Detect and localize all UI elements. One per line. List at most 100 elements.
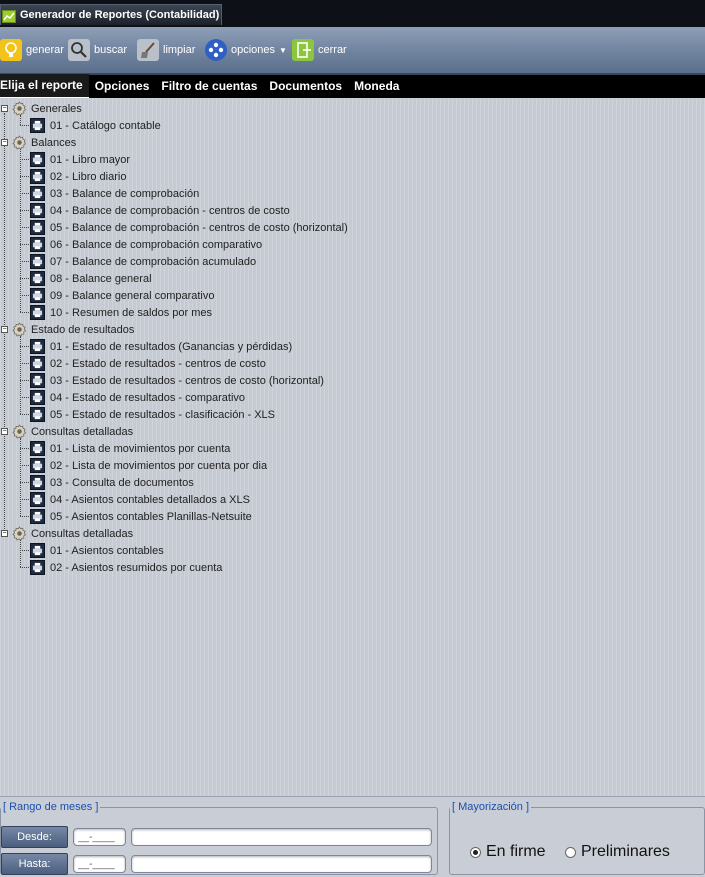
- tree-collapse-toggle[interactable]: −: [1, 428, 8, 435]
- report-item-label: 01 - Lista de movimientos por cuenta: [50, 442, 231, 455]
- report-item[interactable]: 02 - Libro diario: [30, 168, 126, 185]
- report-item[interactable]: 01 - Libro mayor: [30, 151, 130, 168]
- report-item[interactable]: 05 - Asientos contables Planillas-Netsui…: [30, 508, 252, 525]
- tree-branch-line: [20, 193, 29, 194]
- report-item[interactable]: 05 - Estado de resultados - clasificació…: [30, 406, 275, 423]
- report-item[interactable]: 03 - Consulta de documentos: [30, 474, 194, 491]
- report-item[interactable]: 08 - Balance general: [30, 270, 152, 287]
- mayorizacion-group: [ Mayorización ] En firme Preliminares: [449, 801, 705, 875]
- radio-preliminares[interactable]: Preliminares: [565, 843, 670, 861]
- report-item[interactable]: 10 - Resumen de saldos por mes: [30, 304, 212, 321]
- window-title-bar: Generador de Reportes (Contabilidad): [0, 0, 705, 27]
- generar-button[interactable]: generar: [0, 37, 64, 63]
- report-item-label: 05 - Asientos contables Planillas-Netsui…: [50, 510, 252, 523]
- tab-moneda[interactable]: Moneda: [348, 75, 405, 98]
- tab-bar: Elija el reporte Opciones Filtro de cuen…: [0, 74, 705, 99]
- printer-icon: [30, 220, 45, 235]
- desde-month-input[interactable]: [73, 828, 126, 846]
- limpiar-button[interactable]: limpiar: [137, 37, 195, 63]
- printer-icon: [30, 118, 45, 133]
- radio-en-firme-dot[interactable]: [470, 846, 481, 858]
- printer-icon: [30, 458, 45, 473]
- gear-icon: [12, 135, 27, 150]
- printer-icon: [30, 509, 45, 524]
- report-item-label: 03 - Balance de comprobación: [50, 187, 200, 200]
- bottom-panel: [ Rango de meses ] Desde: Hasta: [ Mayor…: [0, 796, 705, 877]
- tree-branch-line: [20, 125, 29, 126]
- hasta-description-input[interactable]: [131, 855, 432, 873]
- report-item[interactable]: 05 - Balance de comprobación - centros d…: [30, 219, 348, 236]
- report-item-label: 04 - Balance de comprobación - centros d…: [50, 204, 290, 217]
- report-item[interactable]: 04 - Asientos contables detallados a XLS: [30, 491, 250, 508]
- printer-icon: [30, 203, 45, 218]
- report-item-label: 02 - Estado de resultados - centros de c…: [50, 357, 266, 370]
- printer-icon: [30, 543, 45, 558]
- opciones-button[interactable]: opciones ▼: [205, 37, 287, 63]
- printer-icon: [30, 288, 45, 303]
- printer-icon: [30, 169, 45, 184]
- report-item-label: 03 - Consulta de documentos: [50, 476, 194, 489]
- tab-elija-el-reporte[interactable]: Elija el reporte: [0, 74, 89, 99]
- chart-app-icon: [2, 10, 16, 23]
- report-item[interactable]: 06 - Balance de comprobación comparativo: [30, 236, 262, 253]
- report-item[interactable]: 02 - Asientos resumidos por cuenta: [30, 559, 222, 576]
- report-item-label: 05 - Balance de comprobación - centros d…: [50, 221, 348, 234]
- report-item[interactable]: 09 - Balance general comparativo: [30, 287, 214, 304]
- report-item[interactable]: 01 - Estado de resultados (Ganancias y p…: [30, 338, 292, 355]
- tree-branch-line: [20, 210, 29, 211]
- radio-preliminares-dot[interactable]: [565, 846, 576, 858]
- tree-branch-line: [20, 176, 29, 177]
- tab-filtro-de-cuentas[interactable]: Filtro de cuentas: [155, 75, 263, 98]
- report-item[interactable]: 04 - Estado de resultados - comparativo: [30, 389, 245, 406]
- tree-group-label: Balances: [31, 136, 77, 149]
- report-item[interactable]: 04 - Balance de comprobación - centros d…: [30, 202, 290, 219]
- window-title: Generador de Reportes (Contabilidad): [20, 9, 220, 21]
- tree-branch-line: [20, 397, 29, 398]
- report-item[interactable]: 07 - Balance de comprobación acumulado: [30, 253, 256, 270]
- printer-icon: [30, 560, 45, 575]
- tree-branch-line: [20, 312, 29, 313]
- radio-preliminares-label: Preliminares: [581, 843, 670, 860]
- buscar-label: buscar: [94, 44, 128, 56]
- mayorizacion-legend: [ Mayorización ]: [452, 801, 530, 813]
- report-item[interactable]: 02 - Lista de movimientos por cuenta por…: [30, 457, 267, 474]
- tree-branch-line: [20, 550, 29, 551]
- printer-icon: [30, 339, 45, 354]
- hasta-button[interactable]: Hasta:: [1, 853, 68, 875]
- tree-child-line: [20, 438, 21, 516]
- desde-description-input[interactable]: [131, 828, 432, 846]
- desde-button[interactable]: Desde:: [1, 826, 68, 848]
- tab-documentos[interactable]: Documentos: [263, 75, 348, 98]
- tree-group-node[interactable]: Consultas detalladas: [12, 525, 133, 542]
- tree-collapse-toggle[interactable]: −: [1, 139, 8, 146]
- report-item[interactable]: 01 - Catálogo contable: [30, 117, 161, 134]
- tree-child-line: [20, 115, 21, 125]
- radio-en-firme[interactable]: En firme: [470, 843, 546, 861]
- report-item[interactable]: 03 - Balance de comprobación: [30, 185, 199, 202]
- chevron-down-icon[interactable]: ▼: [279, 46, 287, 55]
- tree-collapse-toggle[interactable]: −: [1, 326, 8, 333]
- tree-branch-line: [20, 465, 29, 466]
- report-item-label: 10 - Resumen de saldos por mes: [50, 306, 213, 319]
- tree-collapse-toggle[interactable]: −: [1, 105, 8, 112]
- tree-group-node[interactable]: Consultas detalladas: [12, 423, 133, 440]
- tab-opciones[interactable]: Opciones: [89, 75, 156, 98]
- report-item[interactable]: 01 - Lista de movimientos por cuenta: [30, 440, 230, 457]
- buscar-button[interactable]: buscar: [68, 37, 127, 63]
- tree-group-node[interactable]: Balances: [12, 134, 76, 151]
- hasta-month-input[interactable]: [73, 855, 126, 873]
- printer-icon: [30, 237, 45, 252]
- report-item[interactable]: 01 - Asientos contables: [30, 542, 164, 559]
- cerrar-button[interactable]: cerrar: [292, 37, 347, 63]
- report-item-label: 02 - Lista de movimientos por cuenta por…: [50, 459, 268, 472]
- tree-group-node[interactable]: Generales: [12, 100, 82, 117]
- printer-icon: [30, 186, 45, 201]
- report-item[interactable]: 02 - Estado de resultados - centros de c…: [30, 355, 266, 372]
- lightbulb-icon: [0, 39, 22, 61]
- tree-group-node[interactable]: Estado de resultados: [12, 321, 134, 338]
- tree-collapse-toggle[interactable]: −: [1, 530, 8, 537]
- printer-icon: [30, 390, 45, 405]
- report-item[interactable]: 03 - Estado de resultados - centros de c…: [30, 372, 324, 389]
- tree-branch-line: [20, 346, 29, 347]
- tree-group-label: Consultas detalladas: [31, 425, 134, 438]
